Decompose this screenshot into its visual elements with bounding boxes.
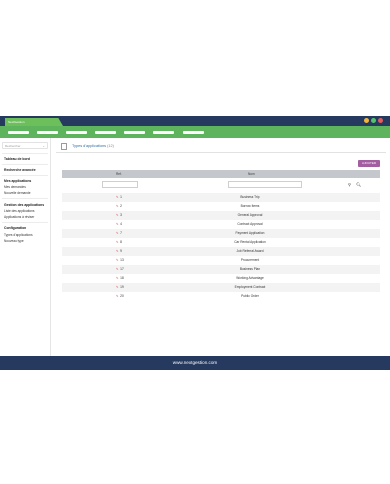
- table-row[interactable]: ✎ 9 Job Referral Award: [62, 247, 380, 256]
- browser-tab[interactable]: NextGestion: [5, 118, 63, 126]
- nav-item-7[interactable]: [183, 131, 204, 134]
- row-name: Borrow Items: [240, 204, 260, 208]
- sidebar-heading-app-management: Gestion des applications: [4, 202, 45, 207]
- row-name: Job Referral Award: [236, 249, 264, 253]
- nav-item-5[interactable]: [124, 131, 145, 134]
- sidebar-search-placeholder: Rechercher: [5, 144, 21, 148]
- document-icon: [61, 143, 67, 150]
- row-ref[interactable]: ✎ 3: [116, 211, 122, 220]
- column-header-name[interactable]: Nom: [248, 170, 255, 178]
- edit-icon[interactable]: ✎: [116, 249, 119, 253]
- filter-row: ⚲ 🔍︎: [62, 178, 380, 193]
- table-row[interactable]: ✎ 8 Car Rental Application: [62, 238, 380, 247]
- app-screenshot: NextGestion Rechercher ⌄ Tableau de bord…: [0, 0, 390, 484]
- sidebar-divider: [2, 164, 48, 165]
- filter-ref-input[interactable]: [102, 181, 138, 188]
- title-divider: [56, 152, 386, 153]
- minimize-dot[interactable]: [364, 118, 369, 123]
- row-name: Payment Application: [235, 231, 265, 235]
- sidebar-item-application-types[interactable]: Types d'applications: [4, 233, 33, 237]
- row-ref[interactable]: ✎ 2: [116, 202, 122, 211]
- sidebar-heading-my-applications: Mes applications: [4, 179, 32, 183]
- sidebar-divider: [2, 175, 48, 176]
- nav-item-1[interactable]: [8, 131, 29, 134]
- record-count: (12): [107, 144, 114, 148]
- chevron-down-icon: ⌄: [42, 144, 45, 148]
- table-row[interactable]: ✎ 13 Procurement: [62, 256, 380, 265]
- table-row[interactable]: ✎ 7 Payment Application: [62, 229, 380, 238]
- table-row[interactable]: ✎ 4 Contract Approval: [62, 220, 380, 229]
- edit-icon[interactable]: ✎: [116, 258, 119, 262]
- edit-icon[interactable]: ✎: [116, 267, 119, 271]
- table-row[interactable]: ✎ 1 Business Trip: [62, 193, 380, 202]
- table-row[interactable]: ✎ 3 General Approval: [62, 211, 380, 220]
- row-ref[interactable]: ✎ 9: [116, 247, 122, 256]
- row-ref[interactable]: ✎ 20: [116, 292, 124, 301]
- table-row[interactable]: ✎ 2 Borrow Items: [62, 202, 380, 211]
- edit-icon[interactable]: ✎: [116, 240, 119, 244]
- edit-icon[interactable]: ✎: [116, 276, 119, 280]
- edit-icon[interactable]: ✎: [116, 204, 119, 208]
- sidebar-item-new-request[interactable]: Nouvelle demande: [4, 191, 31, 195]
- row-name: General Approval: [237, 213, 263, 217]
- footer-url[interactable]: www.nextgestion.com: [0, 356, 390, 370]
- edit-icon[interactable]: ✎: [116, 195, 119, 199]
- table-row[interactable]: ✎ 20 Public Order: [62, 292, 380, 301]
- sidebar-divider: [2, 222, 48, 223]
- row-ref[interactable]: ✎ 1: [116, 193, 122, 202]
- table-header: Ref. Nom: [62, 170, 380, 178]
- footer: www.nextgestion.com: [0, 356, 390, 370]
- search-icon[interactable]: ⚲: [348, 181, 351, 188]
- nav-item-2[interactable]: [37, 131, 58, 134]
- sidebar: Rechercher ⌄ Tableau de bord Recherche a…: [0, 138, 51, 356]
- sidebar-item-applications-to-review[interactable]: Applications à réviser: [4, 215, 34, 219]
- page-title: Types d'applications (12): [72, 144, 114, 148]
- row-name: Business Plan: [239, 267, 261, 271]
- row-ref[interactable]: ✎ 4: [116, 220, 122, 229]
- zoom-icon[interactable]: 🔍︎: [356, 181, 361, 188]
- close-dot[interactable]: [378, 118, 383, 123]
- row-name: Contract Approval: [237, 222, 263, 226]
- row-ref[interactable]: ✎ 8: [116, 238, 122, 247]
- edit-icon[interactable]: ✎: [116, 294, 119, 298]
- sidebar-item-application-list[interactable]: Liste des applications: [4, 209, 34, 213]
- nav-item-3[interactable]: [66, 131, 87, 134]
- edit-icon[interactable]: ✎: [116, 222, 119, 226]
- add-button[interactable]: AJOUTER: [358, 160, 380, 167]
- row-name: Working Advantage: [236, 276, 264, 280]
- sidebar-divider: [2, 198, 48, 199]
- sidebar-item-my-requests[interactable]: Mes demandes: [4, 185, 26, 189]
- nav-item-6[interactable]: [153, 131, 174, 134]
- row-name: Car Rental Application: [234, 240, 266, 244]
- sidebar-divider: [2, 153, 48, 154]
- row-ref[interactable]: ✎ 18: [116, 274, 124, 283]
- edit-icon[interactable]: ✎: [116, 285, 119, 289]
- filter-name-input[interactable]: [228, 181, 302, 188]
- row-name: Business Trip: [240, 195, 260, 199]
- edit-icon[interactable]: ✎: [116, 231, 119, 235]
- table-row[interactable]: ✎ 17 Business Plan: [62, 265, 380, 274]
- nav-item-4[interactable]: [95, 131, 116, 134]
- row-ref[interactable]: ✎ 17: [116, 265, 124, 274]
- table-row[interactable]: ✎ 18 Working Advantage: [62, 274, 380, 283]
- sidebar-search-input[interactable]: Rechercher ⌄: [2, 142, 48, 149]
- row-name: Procurement: [240, 258, 260, 262]
- maximize-dot[interactable]: [371, 118, 376, 123]
- row-ref[interactable]: ✎ 7: [116, 229, 122, 238]
- sidebar-item-advanced-search[interactable]: Recherche avancée: [4, 168, 36, 172]
- top-navbar: [0, 126, 390, 138]
- row-name: Public Order: [241, 294, 259, 298]
- row-ref[interactable]: ✎ 13: [116, 256, 124, 265]
- sidebar-item-dashboard[interactable]: Tableau de bord: [4, 157, 30, 161]
- row-name: Employment Contract: [234, 285, 266, 289]
- edit-icon[interactable]: ✎: [116, 213, 119, 217]
- sidebar-item-new-type[interactable]: Nouveau type: [4, 239, 24, 243]
- column-header-ref[interactable]: Ref.: [116, 170, 122, 178]
- page-title-text: Types d'applications: [72, 144, 107, 148]
- table-row[interactable]: ✎ 19 Employment Contract: [62, 283, 380, 292]
- window-controls: [364, 118, 383, 123]
- browser-tab-label: NextGestion: [8, 120, 25, 124]
- row-ref[interactable]: ✎ 19: [116, 283, 124, 292]
- sidebar-heading-configuration: Configuration: [4, 226, 27, 230]
